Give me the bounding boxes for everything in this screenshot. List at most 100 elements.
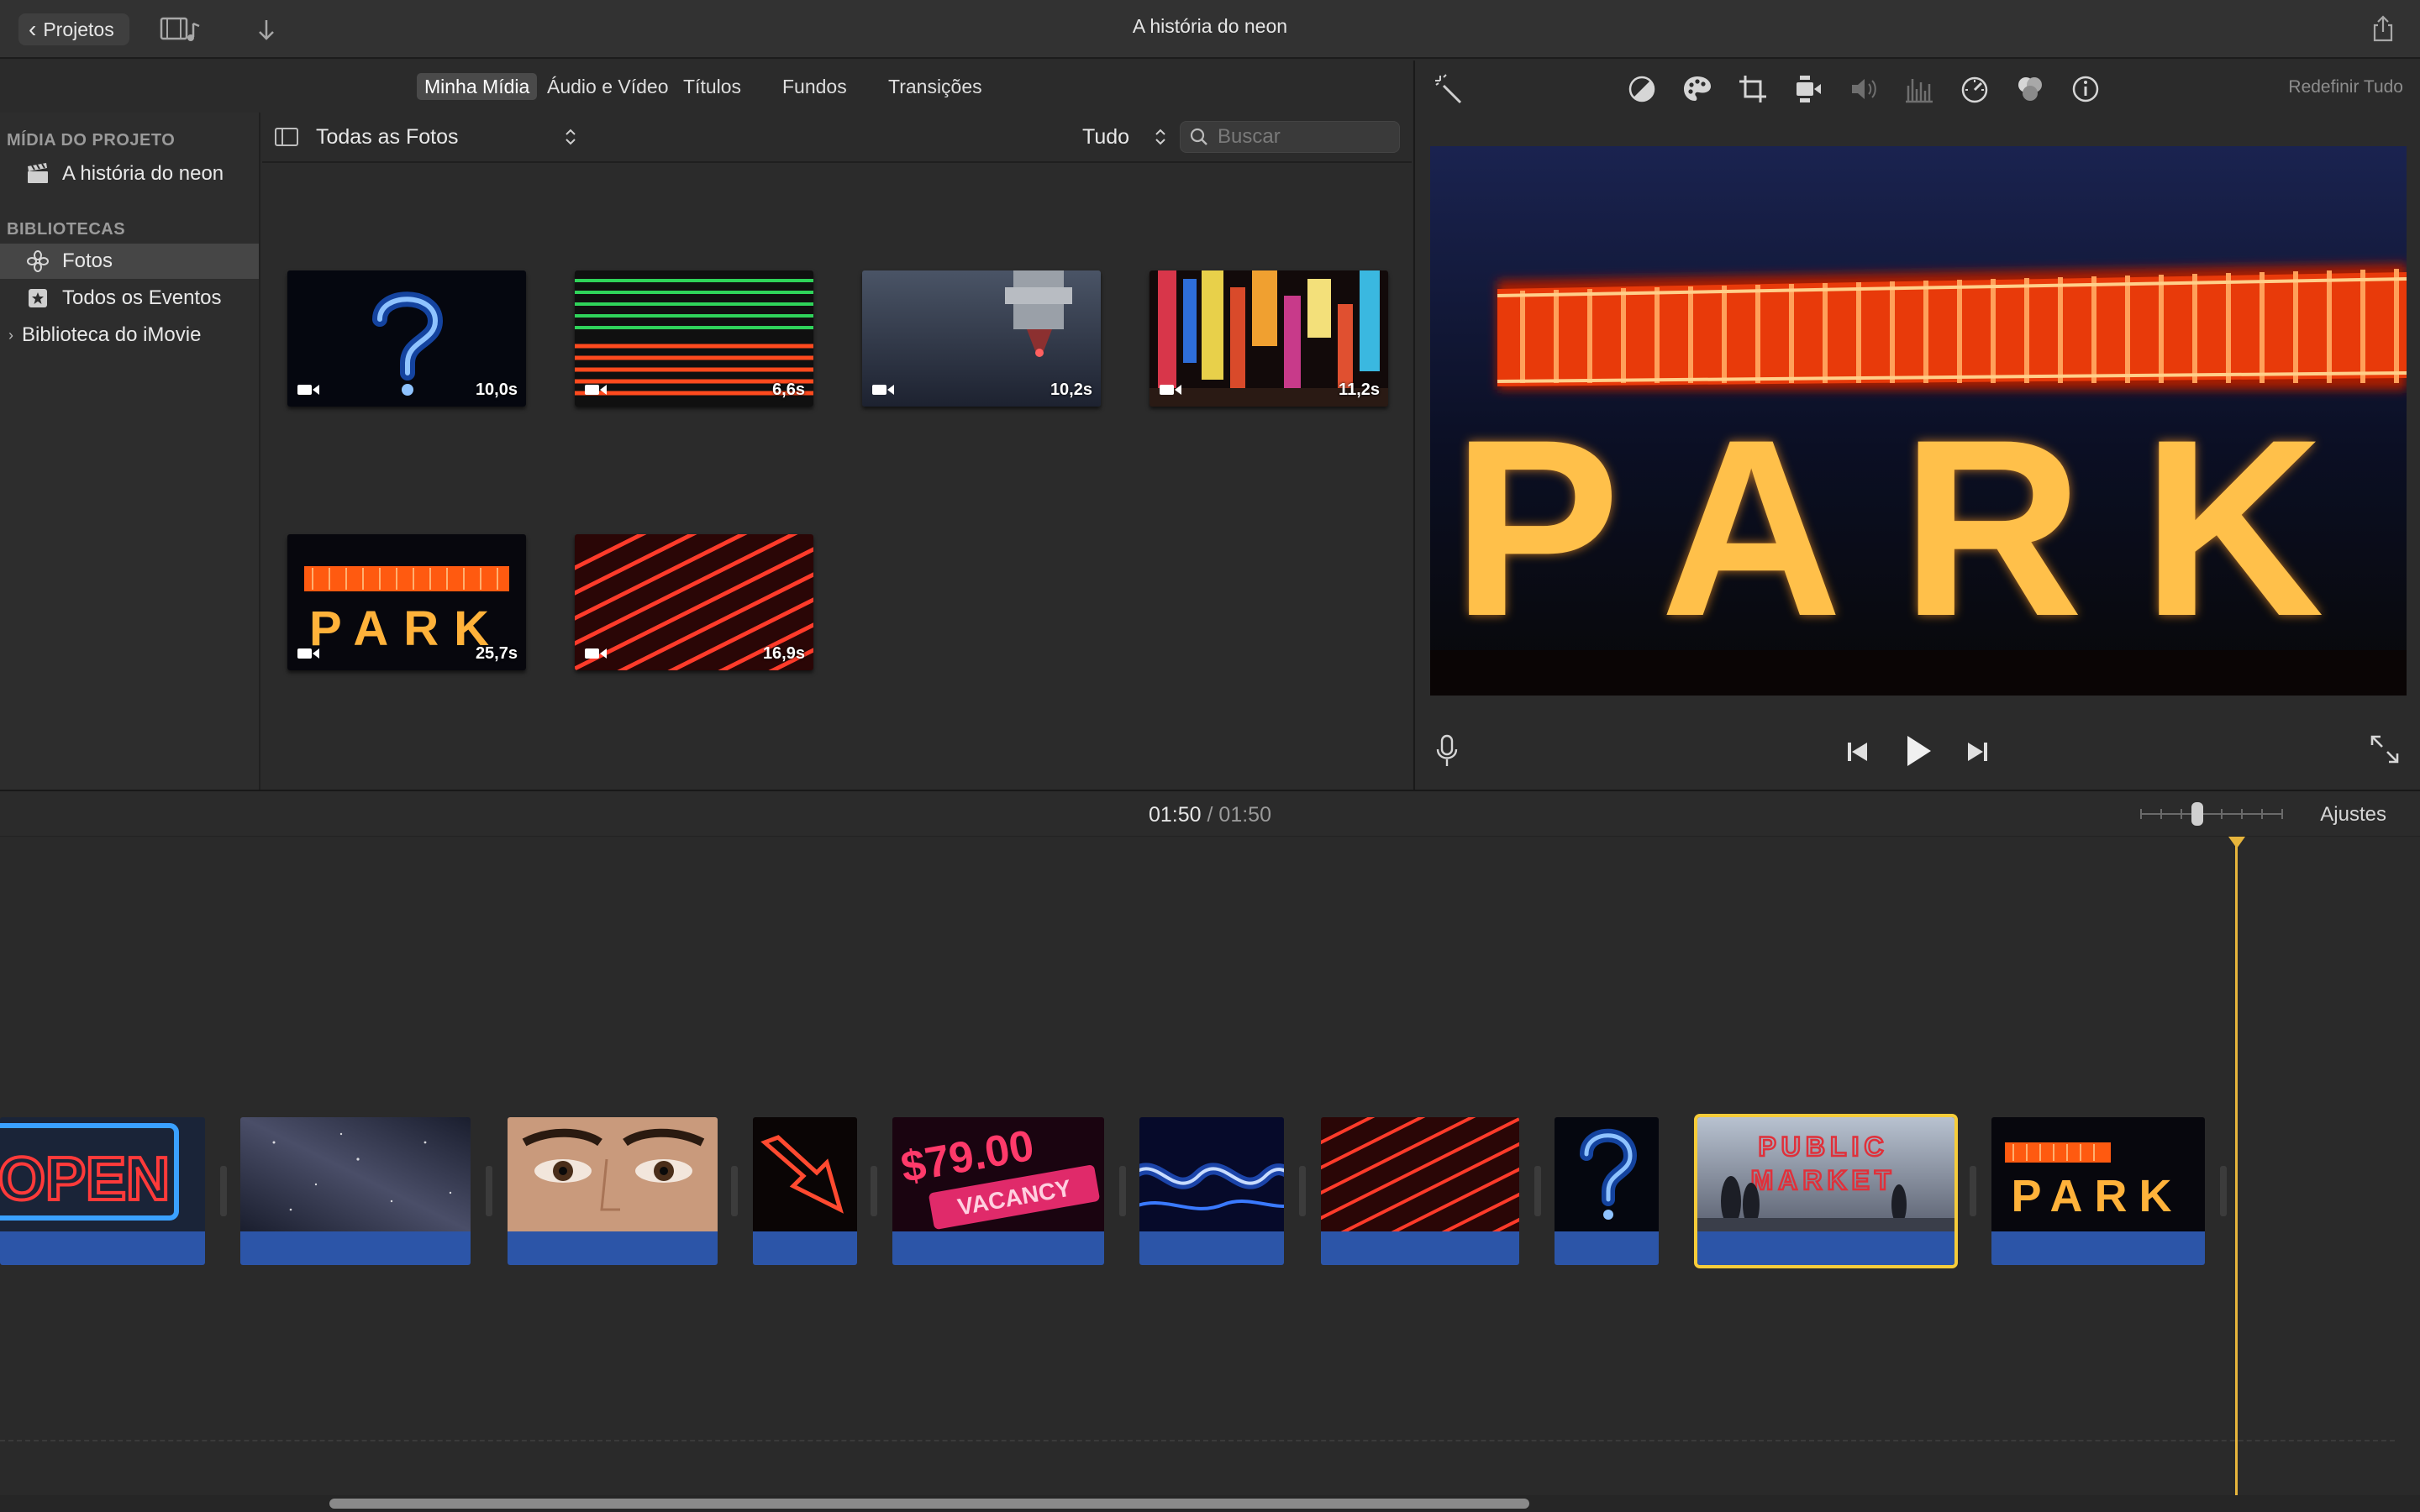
search-icon — [1190, 128, 1207, 145]
crop-button[interactable] — [1738, 74, 1768, 104]
media-scope-value: Tudo — [1082, 124, 1130, 149]
media-clip-thumbnail[interactable]: 16,9s — [575, 534, 813, 670]
share-icon — [2373, 15, 2393, 42]
skip-forward-button[interactable] — [1963, 738, 1991, 766]
transition-marker[interactable] — [2220, 1166, 2227, 1216]
media-clip-thumbnail[interactable]: 10,0s — [287, 270, 526, 407]
timeline-clip[interactable] — [753, 1117, 857, 1265]
timeline-clip[interactable] — [1555, 1117, 1659, 1265]
search-field[interactable] — [1180, 121, 1400, 153]
clip-filter-icon — [2018, 77, 2042, 101]
color-balance-icon — [1628, 76, 1655, 102]
public-market-clip-image: PUBLIC MARKET — [1697, 1117, 1954, 1231]
star-event-icon — [25, 286, 50, 311]
libraries-header: BIBLIOTECAS — [7, 220, 126, 239]
background-music-well[interactable] — [0, 1440, 2395, 1441]
playhead[interactable] — [2235, 837, 2238, 1495]
noise-reduction-button[interactable] — [1904, 74, 1934, 104]
media-clip-thumbnail[interactable]: 6,6s — [575, 270, 813, 407]
timeline-zoom-slider[interactable] — [2138, 801, 2286, 827]
milky-way-clip-image — [240, 1117, 471, 1231]
tab-audio-video[interactable]: Áudio e Vídeo — [539, 73, 676, 100]
share-button[interactable] — [2368, 13, 2398, 45]
transition-marker[interactable] — [1970, 1166, 1976, 1216]
timeline[interactable]: OPEN $79.00 VACANCY PUBLIC MARKET PARK — [0, 837, 2420, 1495]
equalizer-icon — [1906, 79, 1933, 103]
sidebar-toggle-button[interactable] — [274, 126, 299, 148]
audio-track — [240, 1231, 471, 1265]
sidebar-item-label: Todos os Eventos — [62, 286, 222, 309]
video-preview[interactable]: PARK PARK — [1430, 146, 2407, 696]
transition-marker[interactable] — [731, 1166, 738, 1216]
media-scope-select[interactable]: Tudo — [1082, 123, 1166, 151]
fullscreen-button[interactable] — [2368, 732, 2402, 766]
filter-button[interactable] — [2015, 74, 2045, 104]
video-camera-icon — [297, 648, 319, 659]
top-toolbar: ‹ Projetos A história do neon — [0, 0, 2420, 59]
color-balance-button[interactable] — [1627, 74, 1657, 104]
audio-track — [0, 1231, 205, 1265]
tab-my-media[interactable]: Minha Mídia — [417, 73, 538, 100]
media-clip-thumbnail[interactable]: 11,2s — [1150, 270, 1388, 407]
tab-titles[interactable]: Títulos — [676, 73, 749, 100]
total-time: 01:50 — [1218, 803, 1271, 827]
public-clip-text: PUBLIC — [1758, 1131, 1888, 1162]
timeline-clip[interactable] — [508, 1117, 718, 1265]
transition-marker[interactable] — [486, 1166, 492, 1216]
transition-marker[interactable] — [1299, 1166, 1306, 1216]
media-source-select[interactable]: Todas as Fotos — [316, 123, 576, 151]
video-camera-icon — [585, 385, 607, 395]
speed-button[interactable] — [1960, 74, 1990, 104]
disclosure-triangle-icon[interactable]: › — [8, 327, 13, 344]
timeline-clip[interactable]: $79.00 VACANCY — [892, 1117, 1104, 1265]
scrollbar-thumb[interactable] — [329, 1499, 1529, 1509]
timeline-header: 01:50 / 01:50 Ajustes — [0, 790, 2420, 837]
transition-marker[interactable] — [1534, 1166, 1541, 1216]
voiceover-button[interactable] — [1434, 732, 1460, 769]
play-button[interactable] — [1899, 732, 1936, 769]
open-sign-clip-image: OPEN — [0, 1117, 205, 1231]
skip-back-button[interactable] — [1844, 738, 1872, 766]
sidebar-item-project[interactable]: A história do neon — [0, 156, 259, 192]
volume-button[interactable] — [1849, 74, 1879, 104]
audio-track — [1991, 1231, 2205, 1265]
selected-timeline-clip[interactable]: PUBLIC MARKET — [1697, 1117, 1954, 1265]
stabilization-camera-icon — [1797, 76, 1821, 102]
info-icon — [2072, 76, 2099, 102]
transition-marker[interactable] — [871, 1166, 877, 1216]
tab-transitions[interactable]: Transições — [881, 73, 990, 100]
tab-backgrounds[interactable]: Fundos — [775, 73, 855, 100]
media-clip-thumbnail[interactable]: PARK 25,7s — [287, 534, 526, 670]
window-title: A história do neon — [1132, 15, 1288, 37]
park-clip-text: PARK — [2011, 1171, 2183, 1221]
transition-marker[interactable] — [1119, 1166, 1126, 1216]
timeline-horizontal-scrollbar[interactable] — [0, 1495, 2420, 1512]
reset-all-button[interactable]: Redefinir Tudo — [2288, 77, 2403, 97]
timeline-clip[interactable]: PARK — [1991, 1117, 2205, 1265]
clip-duration: 25,7s — [475, 644, 518, 663]
transition-marker[interactable] — [220, 1166, 227, 1216]
filter-bar: Todas as Fotos Tudo — [262, 113, 1412, 163]
timeline-clip[interactable]: OPEN — [0, 1117, 205, 1265]
clip-info-button[interactable] — [2070, 74, 2101, 104]
timeline-clip[interactable] — [240, 1117, 471, 1265]
color-correction-button[interactable] — [1682, 74, 1712, 104]
timeline-settings-button[interactable]: Ajustes — [2320, 803, 2386, 827]
timeline-clip[interactable] — [1321, 1117, 1519, 1265]
adjustment-toolbar: Redefinir Tudo — [1415, 60, 2420, 118]
zoom-slider-handle[interactable] — [2191, 802, 2203, 826]
media-clip-thumbnail[interactable]: 10,2s — [862, 270, 1101, 407]
sidebar-item-all-events[interactable]: Todos os Eventos — [0, 281, 259, 316]
stabilization-button[interactable] — [1793, 74, 1823, 104]
audio-track — [508, 1231, 718, 1265]
timeline-clip[interactable] — [1139, 1117, 1284, 1265]
audio-track — [1321, 1231, 1519, 1265]
video-camera-icon — [872, 385, 894, 395]
vacancy-sign-clip-image: $79.00 VACANCY — [892, 1117, 1104, 1231]
search-input[interactable] — [1218, 125, 1386, 149]
sidebar-item-photos[interactable]: Fotos — [0, 244, 259, 279]
enhance-button[interactable] — [1434, 74, 1464, 104]
timecode-display: 01:50 / 01:50 — [0, 803, 2420, 827]
microphone-icon — [1436, 734, 1458, 766]
sidebar-item-imovie-library[interactable]: › Biblioteca do iMovie — [0, 318, 259, 353]
